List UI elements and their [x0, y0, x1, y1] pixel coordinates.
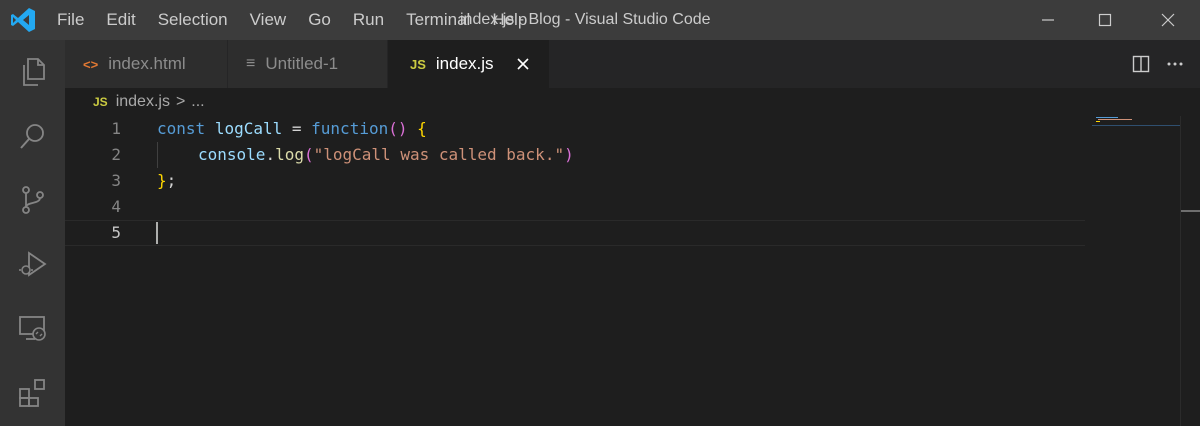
current-line: 5 [65, 220, 1085, 246]
line-number: 5 [111, 223, 121, 242]
bracket: } [157, 171, 167, 190]
bracket: { [407, 119, 427, 138]
menu-edit[interactable]: Edit [95, 0, 146, 40]
tab-bar: <> index.html ≡ Untitled-1 JS index.js [65, 40, 1200, 88]
tab-index-html[interactable]: <> index.html [65, 40, 228, 88]
search-button[interactable] [0, 104, 65, 168]
split-editor-button[interactable] [1124, 47, 1158, 81]
tab-index-js[interactable]: JS index.js [388, 40, 550, 88]
maximize-button[interactable] [1077, 0, 1133, 40]
maximize-icon [1098, 13, 1112, 27]
tab-close-button[interactable] [513, 54, 533, 74]
string-literal: "logCall was called back." [313, 145, 565, 164]
operator: = [282, 119, 312, 138]
remote-explorer-icon [18, 316, 46, 341]
run-debug-icon [18, 251, 47, 277]
code-line: 1 const logCall = function() { [65, 116, 1085, 142]
scrollbar-cursor-marker [1181, 210, 1200, 212]
bracket: () [388, 119, 408, 138]
text-cursor [156, 222, 158, 244]
menu-go[interactable]: Go [297, 0, 342, 40]
close-window-button[interactable] [1140, 0, 1196, 40]
code-line: 2 console.log("logCall was called back."… [65, 142, 1085, 168]
breadcrumb-separator-icon: > [175, 93, 186, 110]
breadcrumb: JS index.js > ... [65, 88, 1200, 116]
remote-explorer-button[interactable] [0, 296, 65, 360]
code-line: 3 }; [65, 168, 1085, 194]
tab-untitled-1[interactable]: ≡ Untitled-1 [228, 40, 388, 88]
identifier: logCall [214, 119, 283, 138]
vertical-scrollbar[interactable] [1180, 116, 1200, 426]
search-icon [19, 124, 44, 149]
title-bar: File Edit Selection View Go Run Terminal… [0, 0, 1200, 40]
keyword: const [157, 119, 206, 138]
tab-label: index.html [108, 54, 186, 73]
menu-selection[interactable]: Selection [147, 0, 239, 40]
line-number: 4 [111, 197, 121, 216]
close-icon [517, 58, 529, 70]
js-file-icon: JS [410, 56, 426, 72]
text-file-icon: ≡ [246, 55, 256, 72]
extensions-button[interactable] [0, 360, 65, 424]
code-text: }; [157, 168, 176, 194]
menu-file[interactable]: File [46, 0, 95, 40]
bracket: ( [303, 145, 314, 164]
operator: ; [166, 171, 177, 190]
minimap[interactable] [1092, 116, 1180, 128]
split-editor-icon [1132, 55, 1150, 73]
more-actions-button[interactable] [1158, 47, 1192, 81]
line-number: 3 [111, 171, 121, 190]
code-text: const logCall = function() { [157, 116, 427, 142]
code-line: 4 [65, 194, 1085, 220]
extensions-icon [18, 379, 45, 407]
explorer-icon [22, 58, 45, 86]
identifier: console [198, 145, 266, 164]
source-control-icon [21, 186, 44, 214]
operator: . [265, 145, 276, 164]
minimize-button[interactable] [1020, 0, 1076, 40]
tab-label: Untitled-1 [265, 54, 339, 73]
method: log [275, 145, 304, 164]
bracket: ) [564, 145, 574, 164]
code-text: console.log("logCall was called back.") [198, 142, 574, 168]
keyword: function [311, 119, 389, 138]
minimize-icon [1042, 19, 1054, 21]
line-number: 1 [111, 119, 121, 138]
editor-actions [1124, 40, 1200, 88]
window-title: index.js - Blog - Visual Studio Code [460, 11, 711, 28]
tab-label: index.js [435, 54, 494, 73]
breadcrumb-file[interactable]: index.js [116, 93, 170, 111]
run-debug-button[interactable] [0, 232, 65, 296]
vscode-logo-icon [11, 8, 35, 32]
line-number: 2 [111, 145, 121, 164]
menu-view[interactable]: View [239, 0, 298, 40]
activity-bar [0, 40, 65, 426]
source-control-button[interactable] [0, 168, 65, 232]
breadcrumb-more[interactable]: ... [191, 93, 204, 111]
html-file-icon: <> [83, 56, 99, 72]
code-editor[interactable]: 1 const logCall = function() { 2 console… [65, 116, 1180, 426]
js-file-icon: JS [93, 95, 108, 109]
menu-run[interactable]: Run [342, 0, 395, 40]
close-icon [1161, 13, 1175, 27]
explorer-button[interactable] [0, 40, 65, 104]
ellipsis-icon [1167, 62, 1183, 66]
